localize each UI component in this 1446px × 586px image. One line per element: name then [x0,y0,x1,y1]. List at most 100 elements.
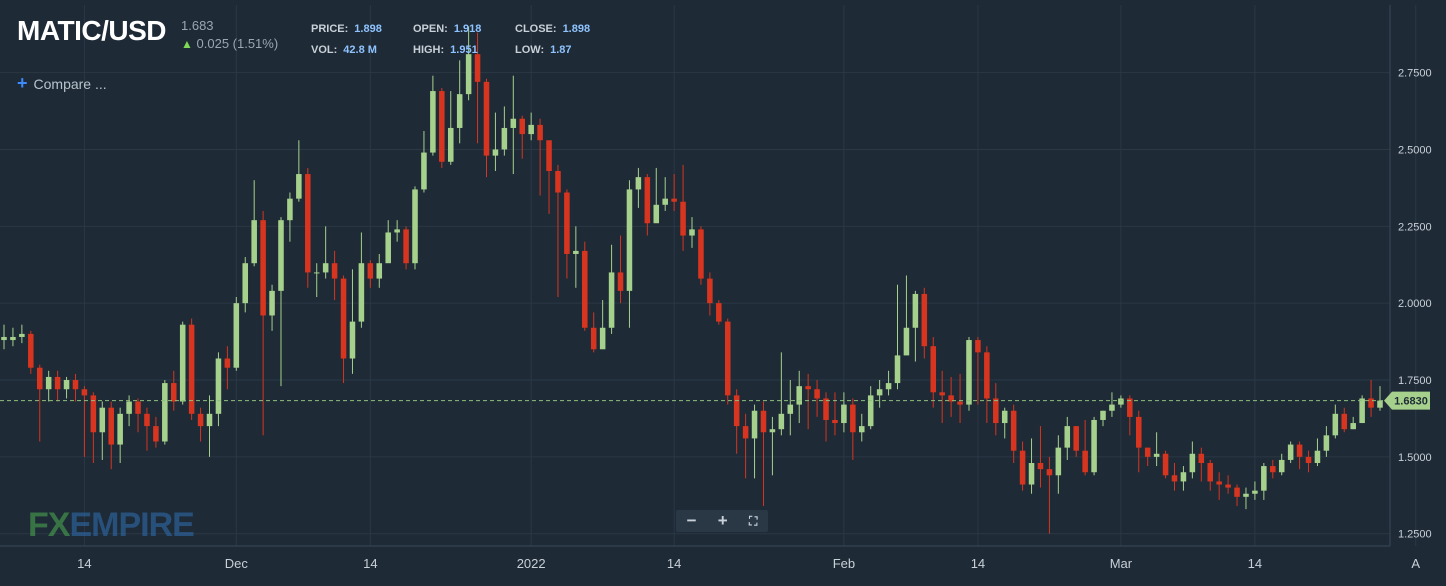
candle [278,217,284,387]
candle [510,75,517,175]
candle-body [966,340,972,405]
candle [153,416,159,448]
candle [716,300,722,325]
candle [1171,463,1178,491]
candle [492,112,499,171]
candle-body [662,198,668,205]
candle [1118,395,1124,408]
candle-body [1,336,7,341]
candle-body [1341,413,1348,430]
stat-low: LOW: 1.87 [515,44,572,56]
candle-body [1135,416,1142,448]
candle-body [510,118,517,128]
axes-group: 1.2500 1.5000 1.7500 2.0000 2.2500 2.5000 2.75… [0,5,1432,571]
candle [439,87,445,168]
candle [144,407,150,451]
candle [1091,416,1097,476]
candle [635,167,642,208]
candle [1001,407,1008,439]
candle [224,346,231,390]
candle-body [322,263,329,273]
fit-screen-icon[interactable]: ⛶ [749,514,757,529]
candle [823,392,829,442]
candle [555,164,561,298]
stat-price: PRICE: 1.898 [311,23,382,35]
candle-body [340,278,347,359]
candle-body [1287,444,1294,460]
candle-body [10,336,16,341]
stat-label: VOL: [311,44,338,56]
candle-body [984,352,990,399]
candle [921,287,928,359]
candle-body [492,149,499,156]
candle-body [653,204,660,224]
stat-label: CLOSE: [515,23,557,35]
candle-body [224,358,231,368]
compare-button[interactable]: + Compare ... [17,73,107,94]
candle [1153,432,1160,467]
candle [662,177,668,211]
candle-body [680,201,686,236]
candle [689,217,695,248]
symbol-title: MATIC/USD [17,15,166,46]
candle [1261,463,1267,500]
y-tick-label: 2.7500 [1398,68,1432,80]
candle [796,370,802,424]
candle [1305,450,1312,473]
candle [1198,447,1205,482]
candle [322,226,329,279]
candle [858,413,865,442]
candle [966,336,972,411]
candle [349,269,356,374]
candle [501,106,508,156]
logo-empire: EMPIRE [69,506,194,544]
candle [760,401,767,507]
candle-body [957,401,963,405]
stat-label: PRICE: [311,23,349,35]
candle-body [832,419,838,424]
zoom-out-button[interactable]: − [687,511,697,531]
candle-body [421,152,427,190]
candle [590,312,597,353]
candle-body [742,426,749,439]
candle [1162,450,1169,479]
candle-body [805,386,811,390]
x-tick-label: Dec [225,556,249,571]
candle [331,250,338,301]
candle [787,380,794,436]
candle [724,318,731,405]
candle-body [1323,435,1330,451]
candle [1028,438,1035,494]
candle [412,186,418,270]
arrow-up-icon: ▲ [181,37,193,51]
candle-body [724,321,731,396]
candlestick-chart[interactable]: 1.2500 1.5000 1.7500 2.0000 2.2500 2.5000 2.75… [0,0,1446,586]
candle-body [599,327,606,350]
candle [671,174,677,211]
candle-body [287,198,293,221]
candle [269,284,275,331]
stat-value: 1.87 [550,44,572,56]
candle [707,272,713,316]
candle-body [260,220,266,316]
candle [1064,416,1071,460]
candle [179,321,186,405]
candle-body [1207,463,1214,482]
candle-body [528,124,534,135]
x-tick-label: 14 [77,556,91,571]
candle-body [1332,413,1339,436]
candle-body [1377,400,1383,408]
candle-body [760,410,767,433]
candle-body [796,386,802,405]
zoom-in-button[interactable]: + [718,511,728,531]
x-tick-label: 2022 [517,556,546,571]
candle-body [1189,453,1196,473]
candle-body [135,401,141,414]
candle-body [19,333,25,337]
candle-body [850,404,856,433]
candle-body [305,174,311,273]
candle [72,373,79,402]
current-price-label: 1.6830 [1394,396,1428,408]
candle-body [117,413,123,445]
candle-body [1278,459,1285,473]
